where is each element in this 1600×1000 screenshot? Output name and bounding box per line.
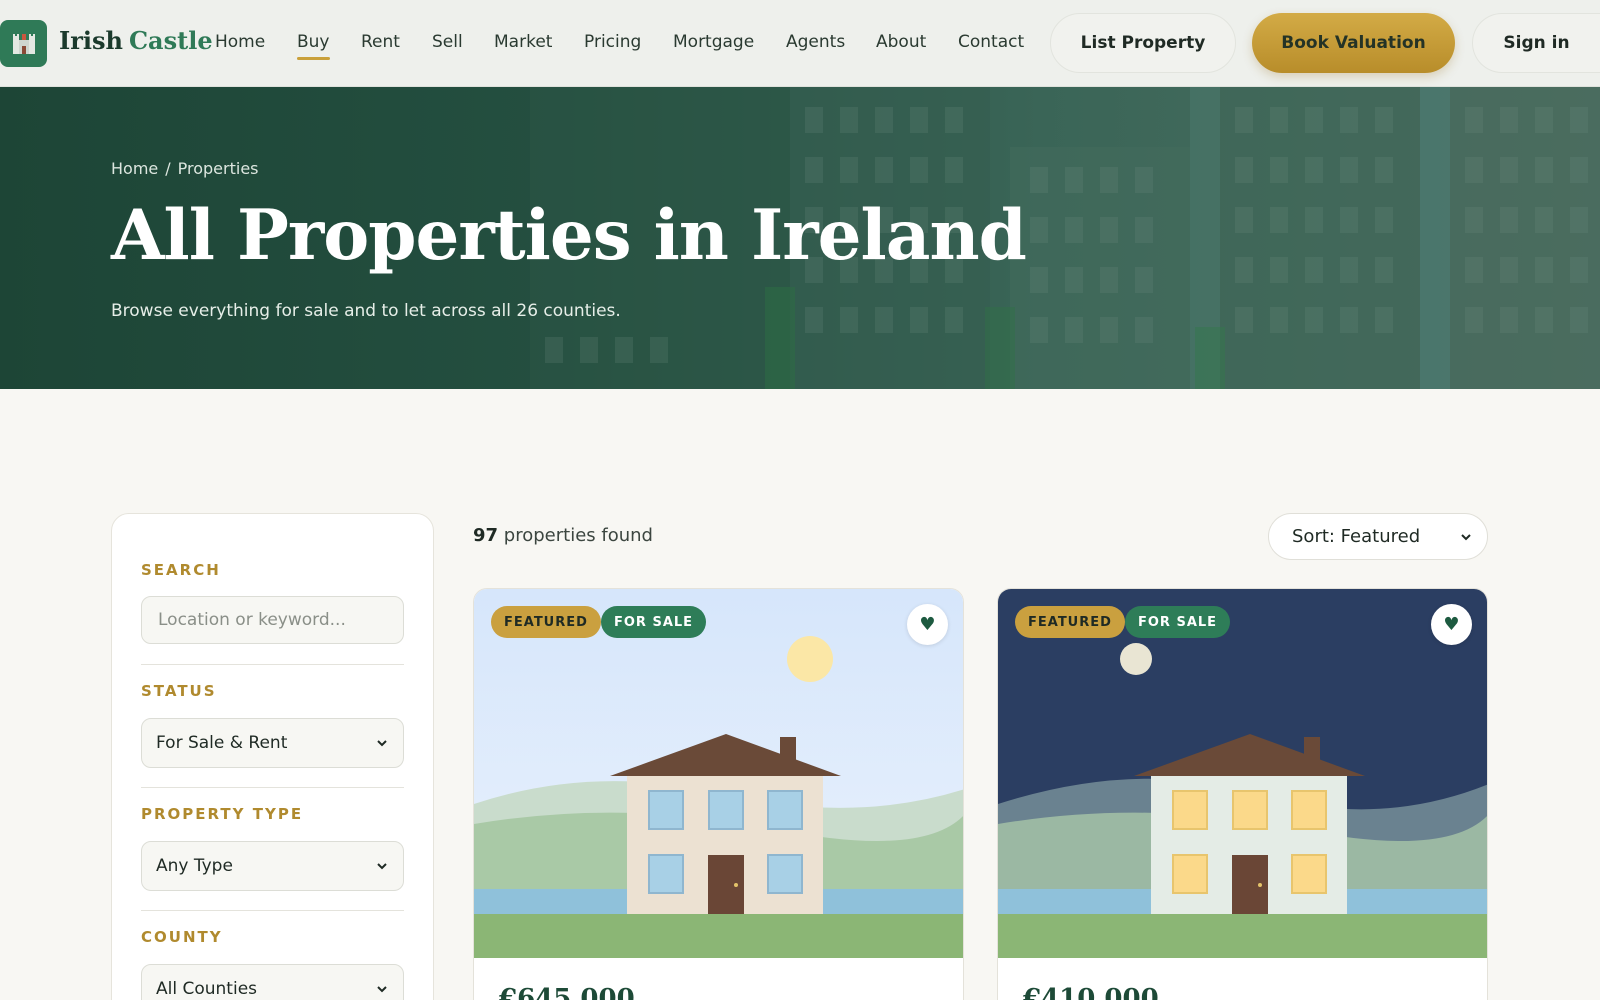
nav-link-market[interactable]: Market: [494, 32, 552, 52]
results-count-suffix: properties found: [503, 525, 653, 546]
listing-price: €410,000: [1023, 984, 1159, 1000]
nav-link-agents[interactable]: Agents: [786, 32, 845, 52]
property-card[interactable]: FEATURED FOR SALE ♥ €645,000: [473, 588, 964, 1000]
top-navigation: Irish Castle Home Buy Rent Sell Market Pr…: [0, 0, 1600, 87]
nav-link-rent[interactable]: Rent: [361, 32, 400, 52]
breadcrumb-home[interactable]: Home: [111, 159, 158, 178]
nav-link-pricing[interactable]: Pricing: [584, 32, 641, 52]
breadcrumb-properties: Properties: [177, 159, 259, 178]
chevron-down-icon: [377, 986, 387, 993]
nav-link-buy[interactable]: Buy: [297, 32, 330, 60]
sort-select[interactable]: Sort: Featured: [1268, 513, 1488, 560]
favorite-button[interactable]: ♥: [907, 604, 948, 645]
breadcrumb-separator: /: [165, 159, 171, 178]
brand-name[interactable]: Irish Castle: [59, 26, 213, 55]
page-subtitle: Browse everything for sale and to let ac…: [111, 301, 621, 321]
filter-divider: [141, 910, 404, 911]
search-input[interactable]: [141, 596, 404, 644]
chevron-down-icon: [377, 863, 387, 870]
logo-badge[interactable]: [0, 20, 47, 67]
nav-link-home[interactable]: Home: [215, 32, 265, 52]
book-valuation-button[interactable]: Book Valuation: [1252, 13, 1455, 73]
property-type-select[interactable]: Any Type: [141, 841, 404, 891]
nav-link-about[interactable]: About: [876, 32, 926, 52]
breadcrumb: Home / Properties: [111, 159, 259, 178]
property-card[interactable]: FEATURED FOR SALE ♥ €410,000: [997, 588, 1488, 1000]
featured-badge: FEATURED: [491, 606, 601, 638]
nav-link-mortgage[interactable]: Mortgage: [673, 32, 754, 52]
county-label: COUNTY: [141, 928, 223, 946]
status-select[interactable]: For Sale & Rent: [141, 718, 404, 768]
status-select-value: For Sale & Rent: [156, 733, 288, 753]
brand-word-irish: Irish: [59, 26, 123, 55]
filter-divider: [141, 664, 404, 665]
status-badge: FOR SALE: [601, 606, 707, 638]
heart-icon: ♥: [1443, 614, 1460, 635]
property-image: [998, 589, 1487, 958]
chevron-down-icon: [377, 740, 387, 747]
page-title: All Properties in Ireland: [111, 195, 1027, 276]
status-label: STATUS: [141, 682, 217, 700]
heart-icon: ♥: [919, 614, 936, 635]
listing-price: €645,000: [499, 984, 635, 1000]
castle-icon: [12, 33, 35, 54]
sort-select-value: Sort: Featured: [1292, 526, 1421, 547]
county-select-value: All Counties: [156, 979, 258, 999]
property-type-label: PROPERTY TYPE: [141, 805, 304, 823]
favorite-button[interactable]: ♥: [1431, 604, 1472, 645]
property-type-select-value: Any Type: [156, 856, 233, 876]
nav-link-contact[interactable]: Contact: [958, 32, 1024, 52]
filter-sidebar: SEARCH STATUS For Sale & Rent PROPERTY T…: [111, 513, 434, 1000]
results-count-number: 97: [473, 525, 499, 546]
hero-banner: Home / Properties All Properties in Irelan…: [0, 87, 1600, 389]
list-property-button[interactable]: List Property: [1050, 13, 1236, 73]
county-select[interactable]: All Counties: [141, 964, 404, 1000]
property-image: [474, 589, 963, 958]
results-count: 97 properties found: [473, 525, 653, 546]
nav-link-sell[interactable]: Sell: [432, 32, 463, 52]
status-badge: FOR SALE: [1125, 606, 1231, 638]
chevron-down-icon: [1461, 533, 1471, 540]
filter-divider: [141, 787, 404, 788]
brand-word-castle: Castle: [128, 26, 213, 55]
sign-in-button[interactable]: Sign in: [1472, 13, 1600, 73]
featured-badge: FEATURED: [1015, 606, 1125, 638]
search-label: SEARCH: [141, 561, 221, 579]
